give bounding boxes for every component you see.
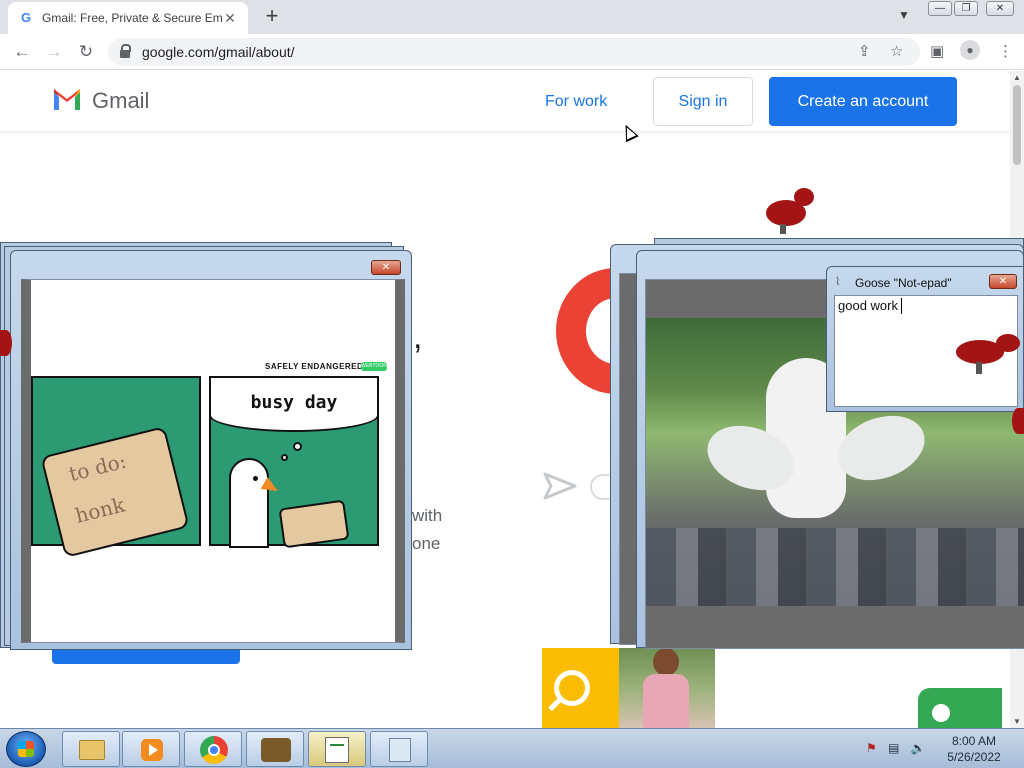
toddler-photo <box>619 648 715 728</box>
thought-bubble: busy day <box>209 376 379 432</box>
comic-window[interactable]: ✕ SAFELY ENDANGERED WEBTOON to do: honk … <box>10 250 412 650</box>
headline-fragment: , <box>413 318 423 356</box>
browser-toolbar: ← → ↻ google.com/gmail/about/ ⇪ ☆ ▣ ● ⋮ <box>0 34 1024 70</box>
side-panel-icon[interactable]: ▣ <box>930 42 944 60</box>
chrome-icon <box>200 736 228 764</box>
taskbar-notepad-goose[interactable] <box>308 731 366 767</box>
tab-strip: G Gmail: Free, Private & Secure Em ✕ + ▼… <box>0 0 1024 34</box>
lock-icon <box>120 44 131 58</box>
new-tab-icon[interactable]: + <box>262 5 282 29</box>
folder-icon <box>79 740 105 760</box>
text-caret <box>901 298 902 314</box>
chrome-center <box>208 744 220 756</box>
profile-avatar-icon[interactable]: ● <box>960 40 980 60</box>
camera-lens <box>932 704 950 722</box>
notepad-line <box>330 744 344 746</box>
notepad-app-icon: ⌇ <box>835 276 841 288</box>
share-icon[interactable]: ⇪ <box>858 42 871 60</box>
close-icon[interactable]: ✕ <box>371 260 401 275</box>
taskbar-notepad[interactable] <box>370 731 428 767</box>
tab-title: Gmail: Free, Private & Secure Em <box>42 11 222 25</box>
clock-date: 5/26/2022 <box>947 750 1001 764</box>
taskbar-goose-app[interactable] <box>246 731 304 767</box>
windows-logo-icon <box>18 741 34 757</box>
goose-note <box>278 499 350 549</box>
notepad-icon <box>389 738 411 762</box>
close-window-button[interactable]: ✕ <box>986 1 1014 16</box>
goose-eye <box>253 476 258 481</box>
sign-in-button[interactable]: Sign in <box>653 77 753 126</box>
mud-head <box>996 334 1020 352</box>
todo-scroll: to do: honk <box>40 426 190 558</box>
goose-app-icon <box>261 738 291 762</box>
goose-figure <box>229 458 269 548</box>
taskbar-chrome[interactable] <box>184 731 242 767</box>
scroll-down-icon[interactable]: ▼ <box>1013 717 1021 726</box>
forward-arrow-icon[interactable]: → <box>42 40 66 64</box>
mud-head <box>794 188 814 206</box>
comic-panel-1: to do: honk <box>31 376 201 558</box>
thought-text: busy day <box>250 392 338 413</box>
media-player-icon <box>141 739 163 761</box>
scrollbar-thumb[interactable] <box>1013 85 1021 165</box>
back-arrow-icon[interactable]: ← <box>10 40 34 64</box>
comic-panel-2: busy day <box>209 376 379 549</box>
todo-line-1: to do: <box>66 448 129 487</box>
play-glyph <box>149 744 158 756</box>
goose-mud-sprite <box>1012 408 1024 434</box>
action-center-flag-icon[interactable]: ⚑ <box>866 741 877 755</box>
thought-dot-1 <box>293 442 302 451</box>
windows-taskbar: ⚑ ▤ 🔈 8:00 AM 5/26/2022 <box>0 728 1024 768</box>
cta-button-fragment[interactable] <box>52 648 240 664</box>
restore-window-button[interactable]: ❐ <box>954 1 978 16</box>
mud-leg <box>976 362 982 374</box>
gmail-logo-icon <box>54 89 80 110</box>
minimize-window-button[interactable]: — <box>928 1 952 16</box>
goose-mud-sprite <box>956 332 1024 378</box>
comic-image: SAFELY ENDANGERED WEBTOON to do: honk bu… <box>21 279 405 643</box>
thought-dot-2 <box>281 454 288 461</box>
taskbar-clock[interactable]: 8:00 AM 5/26/2022 <box>942 733 1006 765</box>
close-icon[interactable]: ✕ <box>989 274 1017 289</box>
bookmark-star-icon[interactable]: ☆ <box>890 42 903 60</box>
todo-line-2: honk <box>72 492 128 528</box>
start-button[interactable] <box>6 731 46 767</box>
chevron-down-icon[interactable]: ▼ <box>898 8 910 22</box>
volume-icon[interactable]: 🔈 <box>911 741 926 755</box>
body-text-fragment-1: with <box>412 506 443 525</box>
gmail-header: Gmail For work Sign in Create an account <box>0 71 1010 131</box>
for-work-link[interactable]: For work <box>545 93 607 111</box>
notepad-title: Goose "Not-epad" <box>855 276 952 290</box>
send-arrow-icon <box>543 472 577 500</box>
meet-camera-graphic <box>918 688 1002 728</box>
tab-close-icon[interactable]: ✕ <box>222 10 238 27</box>
video-pigeons <box>646 528 1024 606</box>
goose-mud-sprite <box>766 188 816 236</box>
address-bar[interactable]: google.com/gmail/about/ <box>108 38 920 66</box>
folder-graphic <box>542 648 620 728</box>
comic-credit-label: SAFELY ENDANGERED <box>265 362 364 371</box>
network-icon[interactable]: ▤ <box>888 741 899 755</box>
clock-time: 8:00 AM <box>951 734 997 748</box>
browser-tab-gmail[interactable]: G Gmail: Free, Private & Secure Em ✕ <box>8 2 248 34</box>
taskbar-media-player[interactable] <box>122 731 180 767</box>
taskbar-explorer[interactable] <box>62 731 120 767</box>
notepad-icon <box>325 737 349 763</box>
reload-icon[interactable]: ↻ <box>74 40 98 64</box>
menu-kebab-icon[interactable]: ⋮ <box>998 42 1013 60</box>
body-text-fragment-2: one <box>412 534 441 553</box>
scroll-up-icon[interactable]: ▲ <box>1013 73 1021 82</box>
search-handle <box>548 697 562 712</box>
photo-dress <box>643 674 689 728</box>
photo-head <box>653 648 679 676</box>
webtoon-badge: WEBTOON <box>361 362 387 371</box>
google-favicon-icon: G <box>20 10 32 25</box>
notepad-text: good work <box>838 298 898 313</box>
create-account-button[interactable]: Create an account <box>769 77 957 126</box>
mud-leg <box>780 224 786 234</box>
system-tray: ⚑ ▤ 🔈 <box>866 741 926 755</box>
gmail-brand-name: Gmail <box>92 88 150 113</box>
goose-mud-sprite <box>0 330 12 356</box>
url-text: google.com/gmail/about/ <box>142 44 295 60</box>
